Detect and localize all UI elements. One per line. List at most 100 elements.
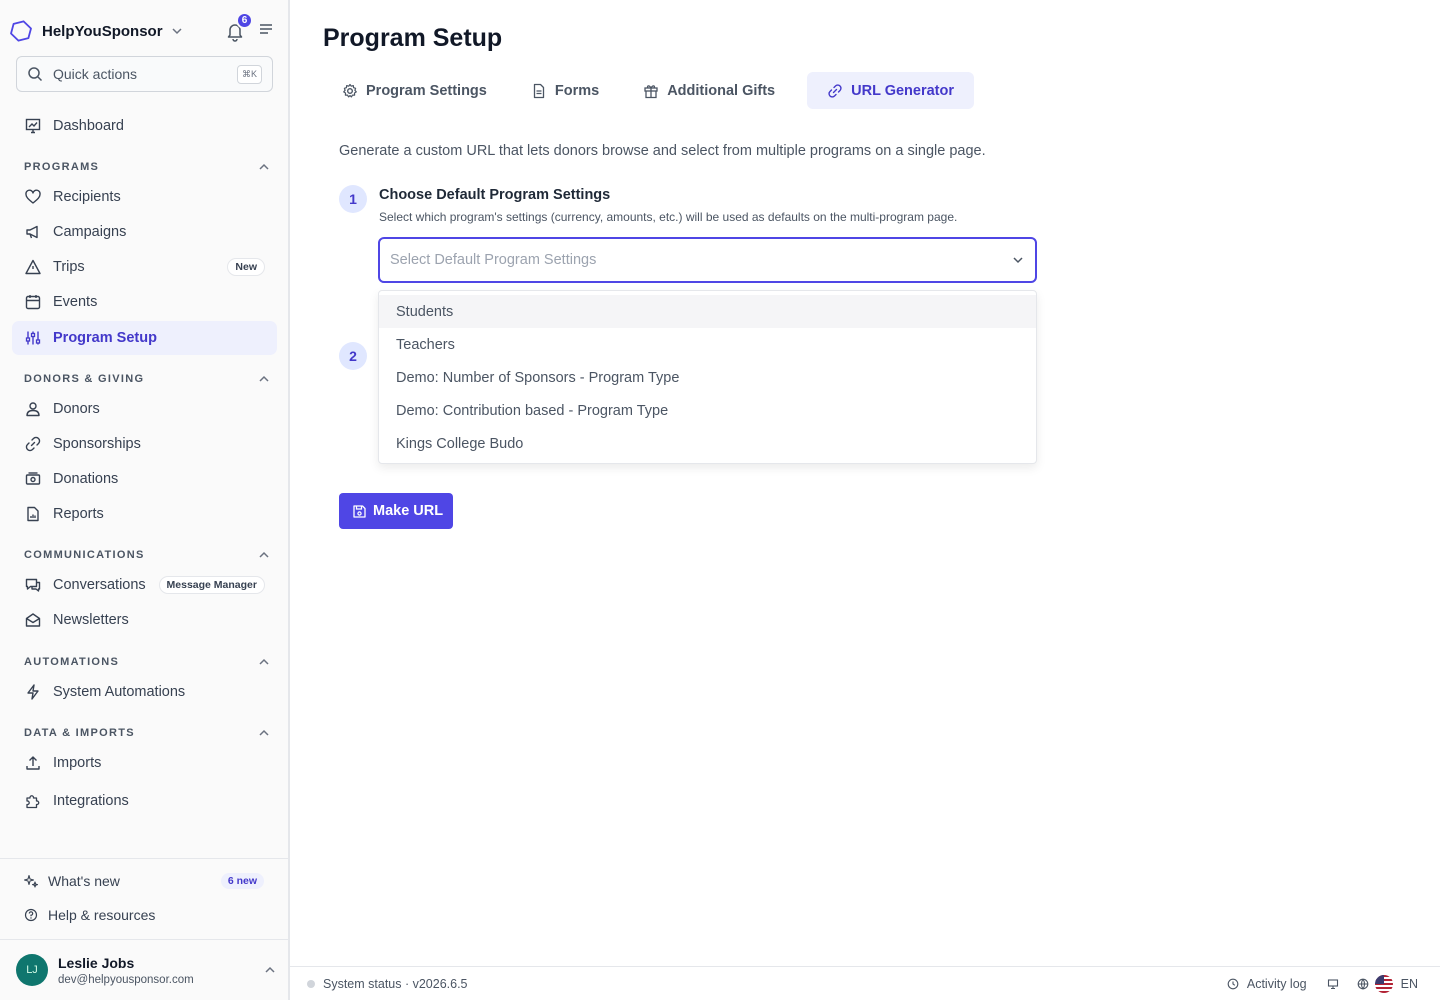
gift-icon bbox=[644, 84, 658, 98]
section-data-imports[interactable]: DATA & IMPORTS bbox=[24, 727, 270, 739]
whats-new-badge: 6 new bbox=[220, 873, 264, 889]
sidebar-item-label: Newsletters bbox=[53, 612, 129, 628]
sidebar-item-trips[interactable]: Trips New bbox=[12, 250, 277, 284]
make-url-button[interactable]: Make URL bbox=[339, 493, 453, 529]
heart-icon bbox=[25, 189, 41, 204]
dropdown-option[interactable]: Demo: Contribution based - Program Type bbox=[379, 394, 1036, 427]
divider bbox=[0, 858, 288, 859]
chevron-up-icon bbox=[259, 658, 269, 665]
status-bar: System status · v2026.6.5 Activity log E… bbox=[290, 966, 1440, 1000]
whats-new-link[interactable]: What's new 6 new bbox=[24, 873, 270, 889]
section-communications[interactable]: COMMUNICATIONS bbox=[24, 549, 270, 561]
tab-label: Program Settings bbox=[366, 82, 487, 99]
avatar: LJ bbox=[16, 954, 48, 986]
question-circle-icon bbox=[24, 908, 38, 922]
sidebar-item-campaigns[interactable]: Campaigns bbox=[12, 215, 277, 249]
sidebar-item-label: Integrations bbox=[53, 793, 129, 809]
sidebar-item-label: Trips bbox=[53, 259, 85, 275]
sidebar-item-reports[interactable]: Reports bbox=[12, 497, 277, 531]
sidebar-item-events[interactable]: Events bbox=[12, 285, 277, 319]
sliders-icon bbox=[25, 331, 41, 345]
sidebar-item-label: Dashboard bbox=[53, 118, 124, 134]
divider bbox=[0, 939, 288, 940]
section-automations[interactable]: AUTOMATIONS bbox=[24, 656, 270, 668]
help-resources-link[interactable]: Help & resources bbox=[24, 907, 270, 923]
quick-actions-search[interactable]: Quick actions ⌘K bbox=[16, 56, 273, 92]
sidebar-item-imports[interactable]: Imports bbox=[12, 746, 277, 780]
shortcut-hint: ⌘K bbox=[236, 64, 262, 84]
system-status[interactable]: System status · v2026.6.5 bbox=[323, 977, 468, 991]
tab-url-generator[interactable]: URL Generator bbox=[807, 72, 974, 109]
sidebar-item-integrations[interactable]: Integrations bbox=[12, 784, 277, 818]
sidebar-item-conversations[interactable]: Conversations Message Manager bbox=[12, 568, 277, 602]
dropdown-option[interactable]: Kings College Budo bbox=[379, 427, 1036, 460]
tab-additional-gifts[interactable]: Additional Gifts bbox=[631, 72, 787, 109]
default-program-select[interactable]: Select Default Program Settings bbox=[378, 237, 1037, 283]
chevron-up-icon bbox=[265, 966, 275, 973]
chevron-up-icon bbox=[259, 729, 269, 736]
sidebar-item-donors[interactable]: Donors bbox=[12, 392, 277, 426]
sidebar-item-label: Campaigns bbox=[53, 224, 127, 240]
sidebar-item-label: Donations bbox=[53, 471, 119, 487]
whats-new-label: What's new bbox=[48, 873, 120, 889]
new-badge: New bbox=[227, 258, 265, 276]
step-title: Choose Default Program Settings bbox=[379, 187, 611, 203]
org-name: HelpYouSponsor bbox=[42, 22, 163, 40]
us-flag-icon[interactable] bbox=[1374, 974, 1393, 993]
tab-label: URL Generator bbox=[851, 82, 954, 99]
search-icon bbox=[28, 67, 43, 82]
monitor-icon[interactable] bbox=[1327, 978, 1339, 990]
sidebar-item-label: Reports bbox=[53, 506, 104, 522]
section-title: PROGRAMS bbox=[24, 161, 100, 173]
sidebar-item-label: Recipients bbox=[53, 189, 121, 205]
globe-icon[interactable] bbox=[1357, 978, 1369, 990]
step-number-2: 2 bbox=[339, 342, 367, 370]
language-code[interactable]: EN bbox=[1401, 977, 1418, 991]
section-programs[interactable]: PROGRAMS bbox=[24, 161, 270, 173]
chevron-up-icon bbox=[259, 375, 269, 382]
link-icon bbox=[25, 436, 41, 452]
sidebar-item-system-automations[interactable]: System Automations bbox=[12, 675, 277, 709]
sidebar-item-label: Conversations bbox=[53, 577, 146, 593]
puzzle-icon bbox=[26, 795, 40, 809]
gear-icon bbox=[343, 83, 357, 97]
cash-icon bbox=[25, 472, 41, 485]
sidebar-item-recipients[interactable]: Recipients bbox=[12, 180, 277, 214]
link-icon bbox=[828, 83, 842, 98]
tab-label: Additional Gifts bbox=[667, 82, 776, 99]
sidebar-item-label: Imports bbox=[53, 755, 102, 771]
activity-log-link[interactable]: Activity log bbox=[1247, 977, 1307, 991]
sidebar-item-dashboard[interactable]: Dashboard bbox=[12, 109, 277, 143]
tab-bar: Program Settings Forms Additional Gifts … bbox=[330, 72, 994, 109]
chat-bubbles-icon bbox=[25, 578, 41, 592]
brand-logo-icon bbox=[10, 20, 32, 42]
clock-icon bbox=[1227, 978, 1239, 989]
dropdown-option[interactable]: Students bbox=[379, 295, 1036, 328]
tab-label: Forms bbox=[554, 82, 600, 99]
status-indicator bbox=[307, 979, 315, 988]
sidebar-item-program-setup[interactable]: Program Setup bbox=[12, 321, 277, 355]
section-donors-giving[interactable]: DONORS & GIVING bbox=[24, 373, 270, 385]
notification-badge: 6 bbox=[236, 12, 253, 29]
step-number-1: 1 bbox=[339, 185, 367, 213]
sidebar-item-donations[interactable]: Donations bbox=[12, 462, 277, 496]
button-label: Make URL bbox=[373, 503, 444, 519]
menu-collapse-icon[interactable] bbox=[258, 21, 274, 37]
upload-icon bbox=[26, 756, 40, 770]
chevron-up-icon bbox=[259, 551, 269, 558]
url-generator-intro: Generate a custom URL that lets donors b… bbox=[339, 143, 986, 159]
chevron-down-icon bbox=[1013, 257, 1023, 264]
tab-forms[interactable]: Forms bbox=[519, 72, 611, 109]
sidebar-item-sponsorships[interactable]: Sponsorships bbox=[12, 427, 277, 461]
sparkles-icon bbox=[24, 874, 38, 888]
dropdown-option[interactable]: Demo: Number of Sponsors - Program Type bbox=[379, 361, 1036, 394]
document-chart-icon bbox=[27, 506, 39, 522]
sidebar: HelpYouSponsor 6 Quick actions ⌘K Dashbo… bbox=[0, 0, 290, 1000]
tab-program-settings[interactable]: Program Settings bbox=[330, 72, 499, 109]
sidebar-item-label: System Automations bbox=[53, 684, 186, 700]
document-icon bbox=[533, 83, 545, 98]
dropdown-option[interactable]: Teachers bbox=[379, 328, 1036, 361]
sidebar-item-newsletters[interactable]: Newsletters bbox=[12, 603, 277, 637]
dashboard-icon bbox=[25, 118, 41, 134]
user-menu[interactable]: LJ Leslie Jobs dev@helpyousponsor.com bbox=[16, 952, 276, 988]
